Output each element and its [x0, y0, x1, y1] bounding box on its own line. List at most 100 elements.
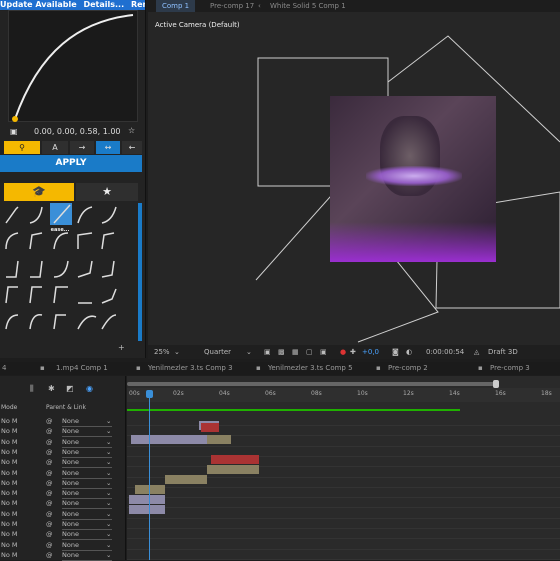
layer-row[interactable]: No M @ None ⌄ — [0, 498, 126, 510]
tab-pre-comp-17[interactable]: Pre-comp 17 — [210, 0, 254, 12]
layer-clip-bar[interactable] — [135, 485, 165, 494]
update-available-link[interactable]: Update Available — [0, 0, 77, 9]
copy-icon[interactable]: ▣ — [10, 127, 18, 136]
tab-pre-comp-2[interactable]: Pre-comp 2 — [388, 362, 428, 375]
composition-preview-image[interactable] — [330, 96, 496, 262]
pickwhip-icon[interactable]: @ — [46, 468, 53, 478]
track-lane[interactable] — [127, 457, 560, 468]
layer-row[interactable]: No M @ None ⌄ — [0, 426, 126, 438]
mode-select[interactable]: No M — [1, 550, 18, 560]
layer-clip-bar[interactable] — [129, 495, 165, 504]
layer-row[interactable]: No M @ None ⌄ — [0, 437, 126, 448]
layer-row[interactable]: No M @ None ⌄ — [0, 529, 126, 541]
track-lane[interactable] — [127, 498, 560, 509]
motion-blur-icon[interactable]: ⫼ — [30, 384, 34, 394]
track-lane[interactable] — [127, 416, 560, 426]
layer-row[interactable]: No M @ None ⌄ — [0, 447, 126, 458]
tab-yen-comp-3[interactable]: Yenilmezler 3.ts Comp 3 — [148, 362, 233, 375]
mode-select[interactable]: No M — [1, 540, 18, 550]
draft-3d-icon[interactable]: ◬ — [474, 345, 479, 359]
frame-blend-icon[interactable]: ✱ — [48, 384, 55, 393]
ease-preset-icons[interactable] — [0, 203, 142, 353]
resolution-select[interactable]: Quarter — [204, 345, 231, 359]
layer-row[interactable]: No M @ None ⌄ — [0, 550, 126, 561]
work-area-end-handle[interactable] — [493, 380, 499, 388]
pickwhip-icon[interactable]: @ — [46, 498, 53, 508]
pickwhip-icon[interactable]: @ — [46, 426, 53, 436]
layer-row[interactable]: No M @ None ⌄ — [0, 416, 126, 427]
mode-select[interactable]: No M — [1, 478, 18, 488]
draft-3d-label[interactable]: Draft 3D — [488, 345, 518, 359]
text-icon[interactable]: A — [42, 141, 68, 154]
key-icon[interactable]: ⚲ — [4, 141, 40, 154]
playhead[interactable] — [146, 390, 153, 398]
tab-comp-1[interactable]: Comp 1 — [156, 0, 196, 12]
tab-mp4-comp[interactable]: 1.mp4 Comp 1 — [56, 362, 108, 375]
track-lane[interactable] — [127, 447, 560, 457]
mode-select[interactable]: No M — [1, 457, 18, 467]
pickwhip-icon[interactable]: @ — [46, 457, 53, 467]
mode-select[interactable]: No M — [1, 529, 18, 539]
arrow-left-icon[interactable]: ← — [122, 141, 142, 154]
tab-white-solid[interactable]: White Solid 5 Comp 1 — [270, 0, 346, 12]
pickwhip-icon[interactable]: @ — [46, 447, 53, 457]
mode-select[interactable]: No M — [1, 519, 18, 529]
pickwhip-icon[interactable]: @ — [46, 416, 53, 426]
zoom-select[interactable]: 25% — [154, 345, 170, 359]
apply-button[interactable]: APPLY — [0, 155, 142, 172]
graph-editor-icon[interactable]: ◩ — [66, 384, 74, 393]
layer-row[interactable]: No M @ None ⌄ — [0, 509, 126, 520]
layer-clip-bar[interactable] — [211, 455, 259, 464]
track-lane[interactable] — [127, 529, 560, 540]
pickwhip-icon[interactable]: @ — [46, 488, 53, 498]
track-lane[interactable] — [127, 519, 560, 529]
camera-icon[interactable]: ◙ — [392, 345, 399, 359]
star-icon[interactable]: ☆ — [128, 126, 135, 135]
pickwhip-icon[interactable]: @ — [46, 437, 53, 447]
layer-row[interactable]: No M @ None ⌄ — [0, 478, 126, 489]
arrows-both-icon[interactable]: ↔ — [96, 141, 120, 154]
track-lane[interactable] — [127, 509, 560, 519]
tab-pre-comp-3[interactable]: Pre-comp 3 — [490, 362, 530, 375]
layer-clip-bar[interactable] — [129, 505, 165, 514]
ease-presets-grid[interactable]: ease... + — [0, 203, 142, 353]
arrow-right-icon[interactable]: → — [70, 141, 94, 154]
track-lane[interactable] — [127, 550, 560, 560]
pickwhip-icon[interactable]: @ — [46, 478, 53, 488]
work-area-bar[interactable] — [127, 382, 495, 386]
tab-comp-4[interactable]: 4 — [2, 362, 6, 375]
layer-row[interactable]: No M @ None ⌄ — [0, 468, 126, 479]
pickwhip-icon[interactable]: @ — [46, 550, 53, 560]
mode-select[interactable]: No M — [1, 468, 18, 478]
timeline-tracks[interactable]: 00s 02s 04s 06s 08s 10s 12s 14s 16s 18s — [127, 376, 560, 560]
mode-select[interactable]: No M — [1, 498, 18, 508]
exposure-icon[interactable]: ✚ — [350, 345, 356, 359]
update-banner[interactable]: Update Available Details... Rem — [0, 0, 145, 10]
track-lane[interactable] — [127, 488, 560, 499]
mode-select[interactable]: No M — [1, 447, 18, 457]
mode-select[interactable]: No M — [1, 488, 18, 498]
mode-select[interactable]: No M — [1, 437, 18, 447]
layer-clip-bar[interactable] — [165, 475, 207, 484]
transparency-icon[interactable]: ▩ — [278, 345, 285, 359]
channel-icon[interactable]: ● — [340, 345, 346, 359]
layer-row[interactable]: No M @ None ⌄ — [0, 540, 126, 551]
mode-select[interactable]: No M — [1, 509, 18, 519]
mode-select[interactable]: No M — [1, 416, 18, 426]
presets-scrollbar[interactable] — [138, 203, 142, 341]
pickwhip-icon[interactable]: @ — [46, 519, 53, 529]
layer-row[interactable]: No M @ None ⌄ — [0, 457, 126, 469]
layer-row[interactable]: No M @ None ⌄ — [0, 488, 126, 500]
rem-link[interactable]: Rem — [131, 0, 145, 9]
region-icon[interactable]: ▣ — [320, 345, 327, 359]
track-lane[interactable] — [127, 540, 560, 550]
layer-clip-bar[interactable] — [131, 435, 207, 444]
mask-icon[interactable]: ▢ — [306, 345, 313, 359]
current-time-indicator[interactable] — [149, 390, 150, 560]
timecode[interactable]: 0:00:00:54 — [426, 345, 464, 359]
offset-value[interactable]: +0,0 — [362, 345, 379, 359]
bezier-curve-graph[interactable] — [8, 10, 138, 122]
parent-select[interactable]: None — [62, 550, 112, 561]
mode-select[interactable]: No M — [1, 426, 18, 436]
layer-clip-bar[interactable] — [201, 423, 219, 432]
